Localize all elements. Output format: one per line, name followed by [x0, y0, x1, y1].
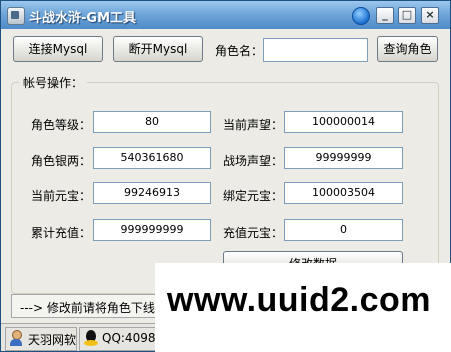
disconnect-mysql-button[interactable]: 断开Mysql [113, 36, 203, 62]
role-silver-label: 角色银两： [31, 154, 92, 168]
query-role-button[interactable]: 查询角色 [377, 36, 438, 62]
recharge-yuanbao-input[interactable]: 0 [284, 219, 403, 241]
total-recharge-label: 累计充值： [31, 226, 92, 240]
window-title: 斗战水浒-GM工具 [29, 11, 137, 26]
minimize-button[interactable]: _ [376, 7, 394, 24]
current-yuanbao-label: 当前元宝： [31, 189, 92, 203]
author-text: 天羽网软 [28, 333, 77, 347]
qq-penguin-icon [83, 330, 99, 347]
author-pane: 天羽网软 [5, 327, 77, 351]
person-icon [9, 330, 23, 347]
account-group-title: 帐号操作： [19, 74, 88, 91]
role-level-label: 角色等级： [31, 118, 92, 132]
watermark-overlay: www.uuid2.com [155, 263, 451, 352]
maximize-button[interactable]: □ [398, 7, 416, 24]
status-message: ---> 修改前请将角色下线 [20, 301, 155, 315]
role-level-input[interactable]: 80 [93, 111, 211, 133]
close-button[interactable]: × [421, 7, 439, 24]
recharge-yuanbao-label: 充值元宝： [223, 226, 284, 240]
current-reputation-input[interactable]: 100000014 [284, 111, 403, 133]
current-reputation-label: 当前声望： [223, 118, 284, 132]
app-icon [7, 7, 25, 25]
connect-mysql-button[interactable]: 连接Mysql [13, 36, 103, 62]
battlefield-reputation-input[interactable]: 99999999 [284, 147, 403, 169]
bound-yuanbao-label: 绑定元宝： [223, 189, 284, 203]
role-silver-input[interactable]: 540361680 [93, 147, 211, 169]
bound-yuanbao-input[interactable]: 100003504 [284, 182, 403, 204]
role-name-label: 角色名： [215, 44, 264, 58]
title-bar[interactable]: 斗战水浒-GM工具 _ □ × [1, 1, 450, 29]
skin-icon[interactable] [352, 7, 370, 25]
total-recharge-input[interactable]: 999999999 [93, 219, 211, 241]
role-name-input[interactable] [263, 38, 368, 62]
watermark-text: www.uuid2.com [167, 281, 432, 319]
battlefield-reputation-label: 战场声望： [223, 154, 284, 168]
current-yuanbao-input[interactable]: 99246913 [93, 182, 211, 204]
